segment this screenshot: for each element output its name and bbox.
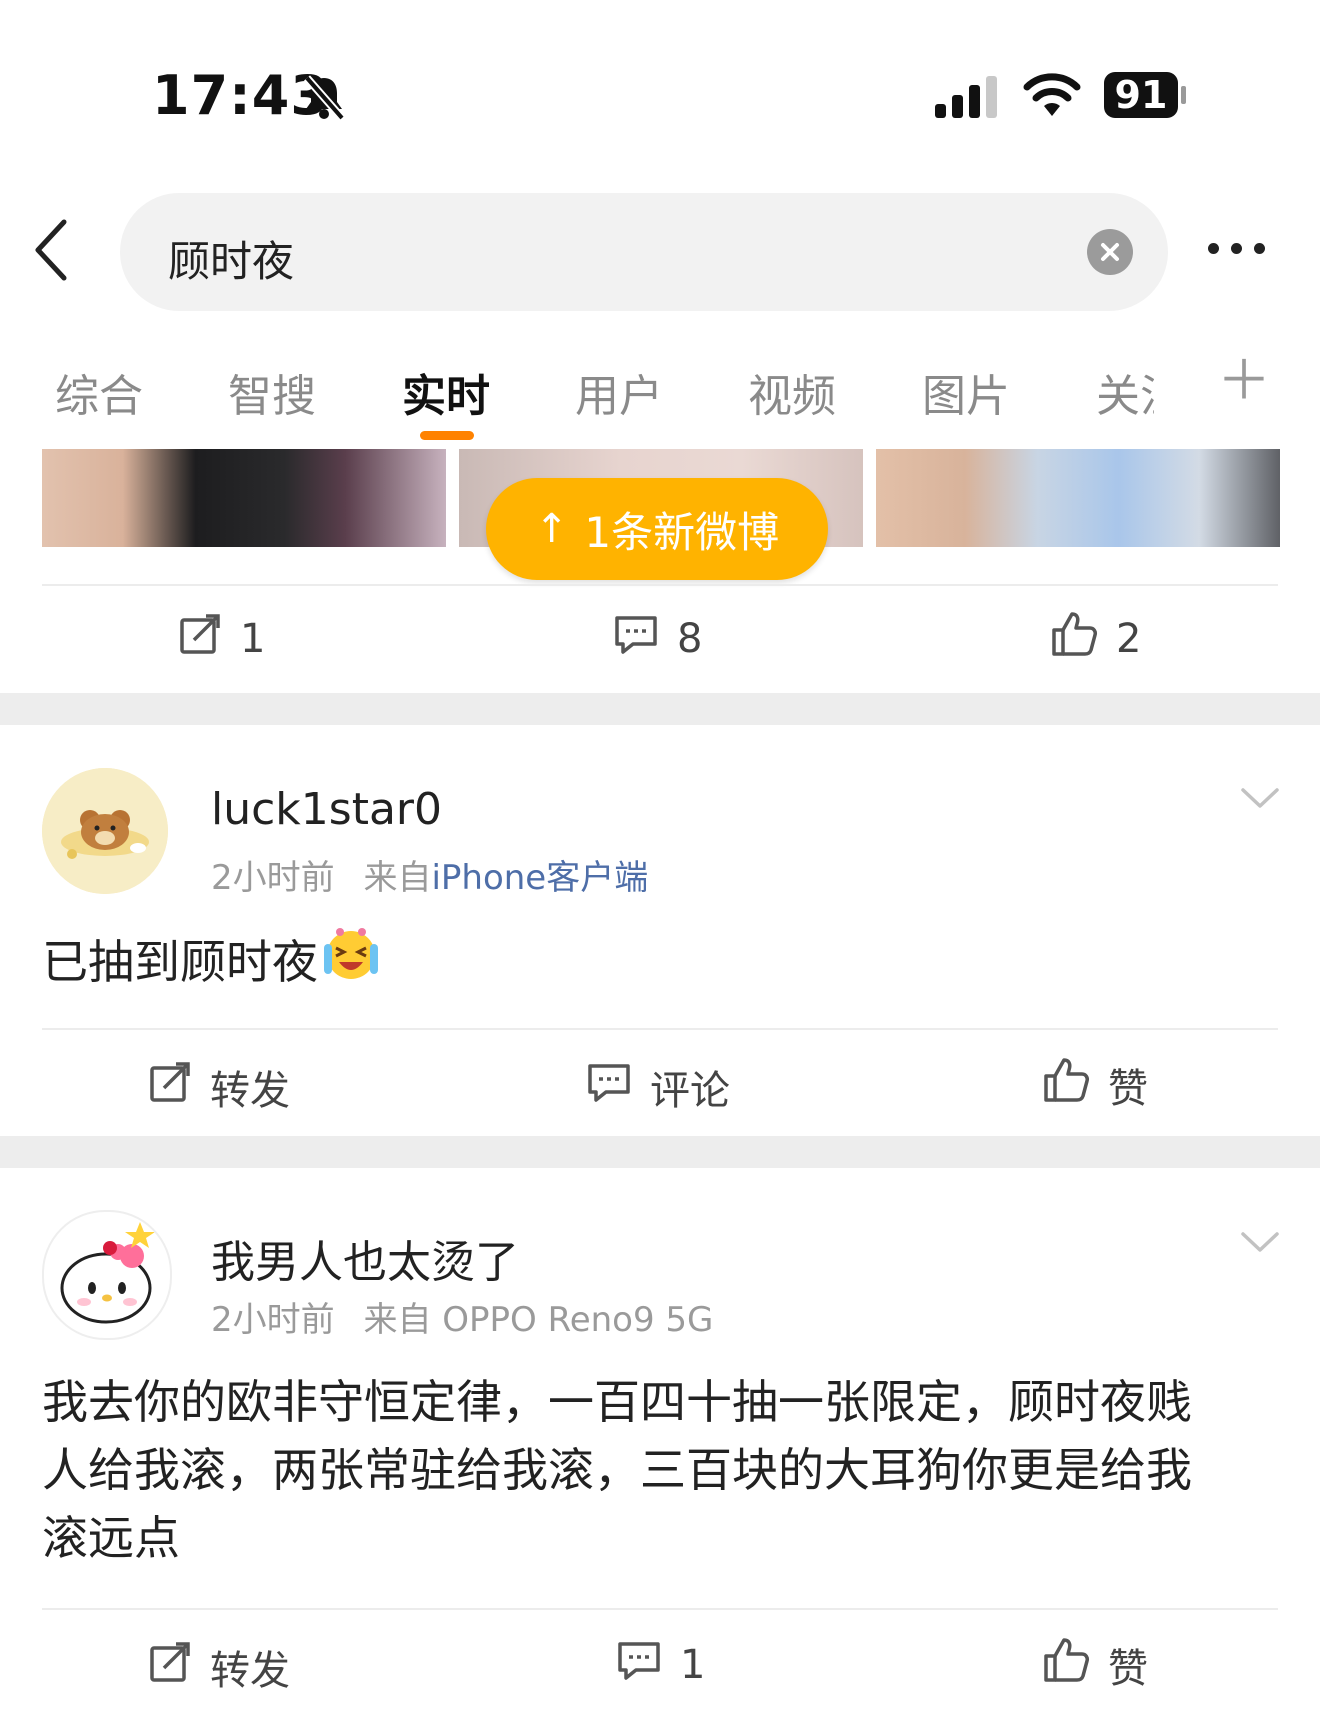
repost-icon (148, 1640, 192, 1694)
comment-button[interactable]: 评论 (586, 1058, 730, 1116)
comment-count: 8 (677, 616, 703, 662)
repost-count: 1 (240, 616, 266, 662)
repost-icon (178, 612, 222, 666)
post-image[interactable] (42, 449, 446, 547)
battery-level: 91 (1104, 72, 1178, 118)
avatar[interactable] (42, 1210, 172, 1340)
avatar[interactable] (42, 768, 168, 894)
like-icon (1042, 1636, 1090, 1694)
like-icon (1042, 1056, 1090, 1114)
arrow-up-icon: ↑ (534, 506, 569, 552)
like-count: 2 (1116, 616, 1142, 662)
section-gap (0, 1136, 1320, 1168)
username[interactable]: 我男人也太烫了 (211, 1226, 519, 1290)
source-prefix: 来自 (363, 858, 432, 898)
plus-icon[interactable]: ＋ (1217, 354, 1271, 408)
source-link[interactable]: iPhone客户端 (431, 858, 648, 898)
comment-button[interactable]: 1 (616, 1638, 705, 1692)
post-content[interactable]: 我去你的欧非守恒定律，一百四十抽一张限定，顾时夜贱 人给我滚，两张常驻给我滚，三… (42, 1368, 1282, 1572)
post-meta: 2小时前 来自 OPPO Reno9 5G (211, 1292, 713, 1341)
repost-button[interactable]: 转发 (148, 1058, 290, 1116)
battery-indicator: 91 (1104, 72, 1186, 118)
comment-count: 1 (680, 1642, 706, 1688)
post-text-line: 我去你的欧非守恒定律，一百四十抽一张限定，顾时夜贱 (42, 1375, 1192, 1429)
wifi-icon (1022, 72, 1082, 122)
repost-button[interactable]: 转发 (148, 1638, 290, 1696)
repost-button[interactable]: 1 (178, 612, 265, 666)
comment-label: 评论 (650, 1068, 730, 1114)
post-time: 2小时前 (211, 858, 335, 898)
tab-realtime[interactable]: 实时 (402, 360, 490, 424)
post-text-line: 滚远点 (42, 1511, 180, 1565)
post-image[interactable] (876, 449, 1280, 547)
post-content[interactable]: 已抽到顾时夜 (42, 924, 380, 1000)
repost-icon (148, 1060, 192, 1114)
source-device: OPPO Reno9 5G (442, 1300, 714, 1340)
comment-icon (613, 612, 659, 666)
post-meta: 2小时前 来自iPhone客户端 (211, 850, 648, 899)
username[interactable]: luck1star0 (211, 784, 442, 835)
back-icon[interactable] (32, 218, 72, 286)
more-icon[interactable] (1208, 239, 1277, 258)
comment-button[interactable]: 8 (613, 612, 702, 666)
tab-comprehensive[interactable]: 综合 (55, 360, 143, 424)
divider (42, 1608, 1278, 1610)
crying-laugh-emoji-icon (322, 924, 380, 1000)
comment-icon (616, 1638, 662, 1692)
like-label: 赞 (1108, 1066, 1148, 1112)
search-query[interactable]: 顾时夜 (168, 228, 294, 289)
new-posts-button[interactable]: ↑ 1条新微博 (486, 478, 828, 580)
chevron-down-icon[interactable] (1240, 1230, 1280, 1258)
signal-icon (935, 76, 999, 122)
source-prefix: 来自 (363, 1300, 432, 1340)
new-posts-label: 1条新微博 (584, 507, 780, 557)
like-button[interactable]: 赞 (1042, 1056, 1148, 1114)
tab-videos[interactable]: 视频 (748, 360, 836, 424)
divider (42, 584, 1278, 586)
like-icon (1050, 610, 1098, 668)
chevron-down-icon[interactable] (1240, 786, 1280, 814)
like-label: 赞 (1108, 1646, 1148, 1692)
repost-label: 转发 (210, 1648, 290, 1694)
post-text-line: 人给我滚，两张常驻给我滚，三百块的大耳狗你更是给我 (42, 1443, 1192, 1497)
like-button[interactable]: 赞 (1042, 1636, 1148, 1694)
tab-smart-search[interactable]: 智搜 (228, 360, 316, 424)
clear-icon[interactable] (1087, 229, 1133, 275)
tab-images[interactable]: 图片 (922, 360, 1010, 424)
post-time: 2小时前 (211, 1300, 335, 1340)
divider (42, 1028, 1278, 1030)
bell-muted-icon (302, 74, 346, 124)
tab-users[interactable]: 用户 (575, 360, 663, 424)
section-gap (0, 693, 1320, 725)
active-tab-indicator (420, 431, 474, 440)
like-button[interactable]: 2 (1050, 610, 1141, 668)
repost-label: 转发 (210, 1068, 290, 1114)
tab-following[interactable]: 关注 (1096, 360, 1154, 424)
post-text: 已抽到顾时夜 (42, 935, 318, 989)
comment-icon (586, 1060, 632, 1114)
